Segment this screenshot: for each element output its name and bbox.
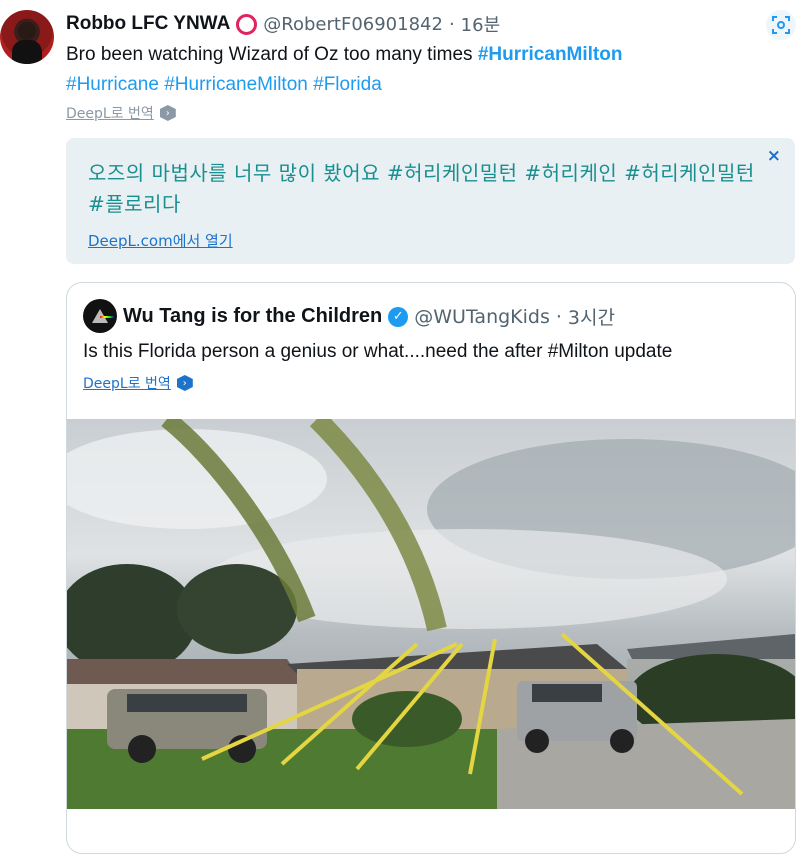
deepl-translate-link[interactable]: DeepL로 번역 ›: [66, 103, 176, 123]
quoted-handle[interactable]: @WUTangKids: [414, 306, 550, 328]
avatar[interactable]: [0, 10, 54, 64]
quoted-text: Is this Florida person a genius or what.…: [83, 341, 673, 362]
author-handle[interactable]: @RobertF06901842: [263, 14, 443, 35]
tweet-text: Bro been watching Wizard of Oz too many …: [66, 40, 766, 100]
quoted-header: Wu Tang is for the Children ✓ @WUTangKid…: [123, 303, 615, 330]
close-icon[interactable]: ×: [767, 146, 781, 166]
hashtag-link[interactable]: #Hurricane: [66, 74, 159, 95]
separator-dot: ·: [555, 305, 562, 328]
deepl-icon: ›: [159, 105, 176, 121]
hashtag-link[interactable]: #HurricaneMilton: [164, 74, 308, 95]
quoted-timestamp[interactable]: 3시간: [568, 303, 615, 330]
tweet-photo[interactable]: [67, 419, 795, 809]
open-in-deepl-link[interactable]: DeepL.com에서 열기: [88, 230, 233, 251]
translation-text: 오즈의 마법사를 너무 많이 봤어요 #허리케인밀턴 #허리케인 #허리케인밀턴…: [88, 161, 755, 216]
quoted-avatar[interactable]: [83, 299, 117, 333]
hashtag-link[interactable]: #Florida: [313, 74, 382, 95]
quoted-author-name[interactable]: Wu Tang is for the Children: [123, 305, 382, 328]
red-circle-emoji-icon: [236, 13, 258, 35]
tweet-body: Bro been watching Wizard of Oz too many …: [66, 44, 478, 65]
hashtag-link[interactable]: #HurricanMilton: [478, 44, 623, 65]
separator-dot: ·: [448, 13, 455, 35]
quoted-deepl-translate-link[interactable]: DeepL로 번역 ›: [83, 373, 193, 393]
quoted-tweet[interactable]: Wu Tang is for the Children ✓ @WUTangKid…: [66, 282, 796, 854]
tweet-header: Robbo LFC YNWA @RobertF06901842 · 16분: [66, 10, 500, 38]
deepl-translate-label: DeepL로 번역: [83, 376, 171, 392]
translation-panel: × 오즈의 마법사를 너무 많이 봤어요 #허리케인밀턴 #허리케인 #허리케인…: [66, 138, 795, 264]
author-name[interactable]: Robbo LFC YNWA: [66, 13, 230, 35]
timestamp[interactable]: 16분: [461, 11, 500, 37]
deepl-icon: ›: [176, 375, 193, 391]
scan-icon[interactable]: [766, 10, 796, 40]
verified-badge-icon: ✓: [388, 306, 409, 327]
deepl-translate-label: DeepL로 번역: [66, 106, 154, 122]
